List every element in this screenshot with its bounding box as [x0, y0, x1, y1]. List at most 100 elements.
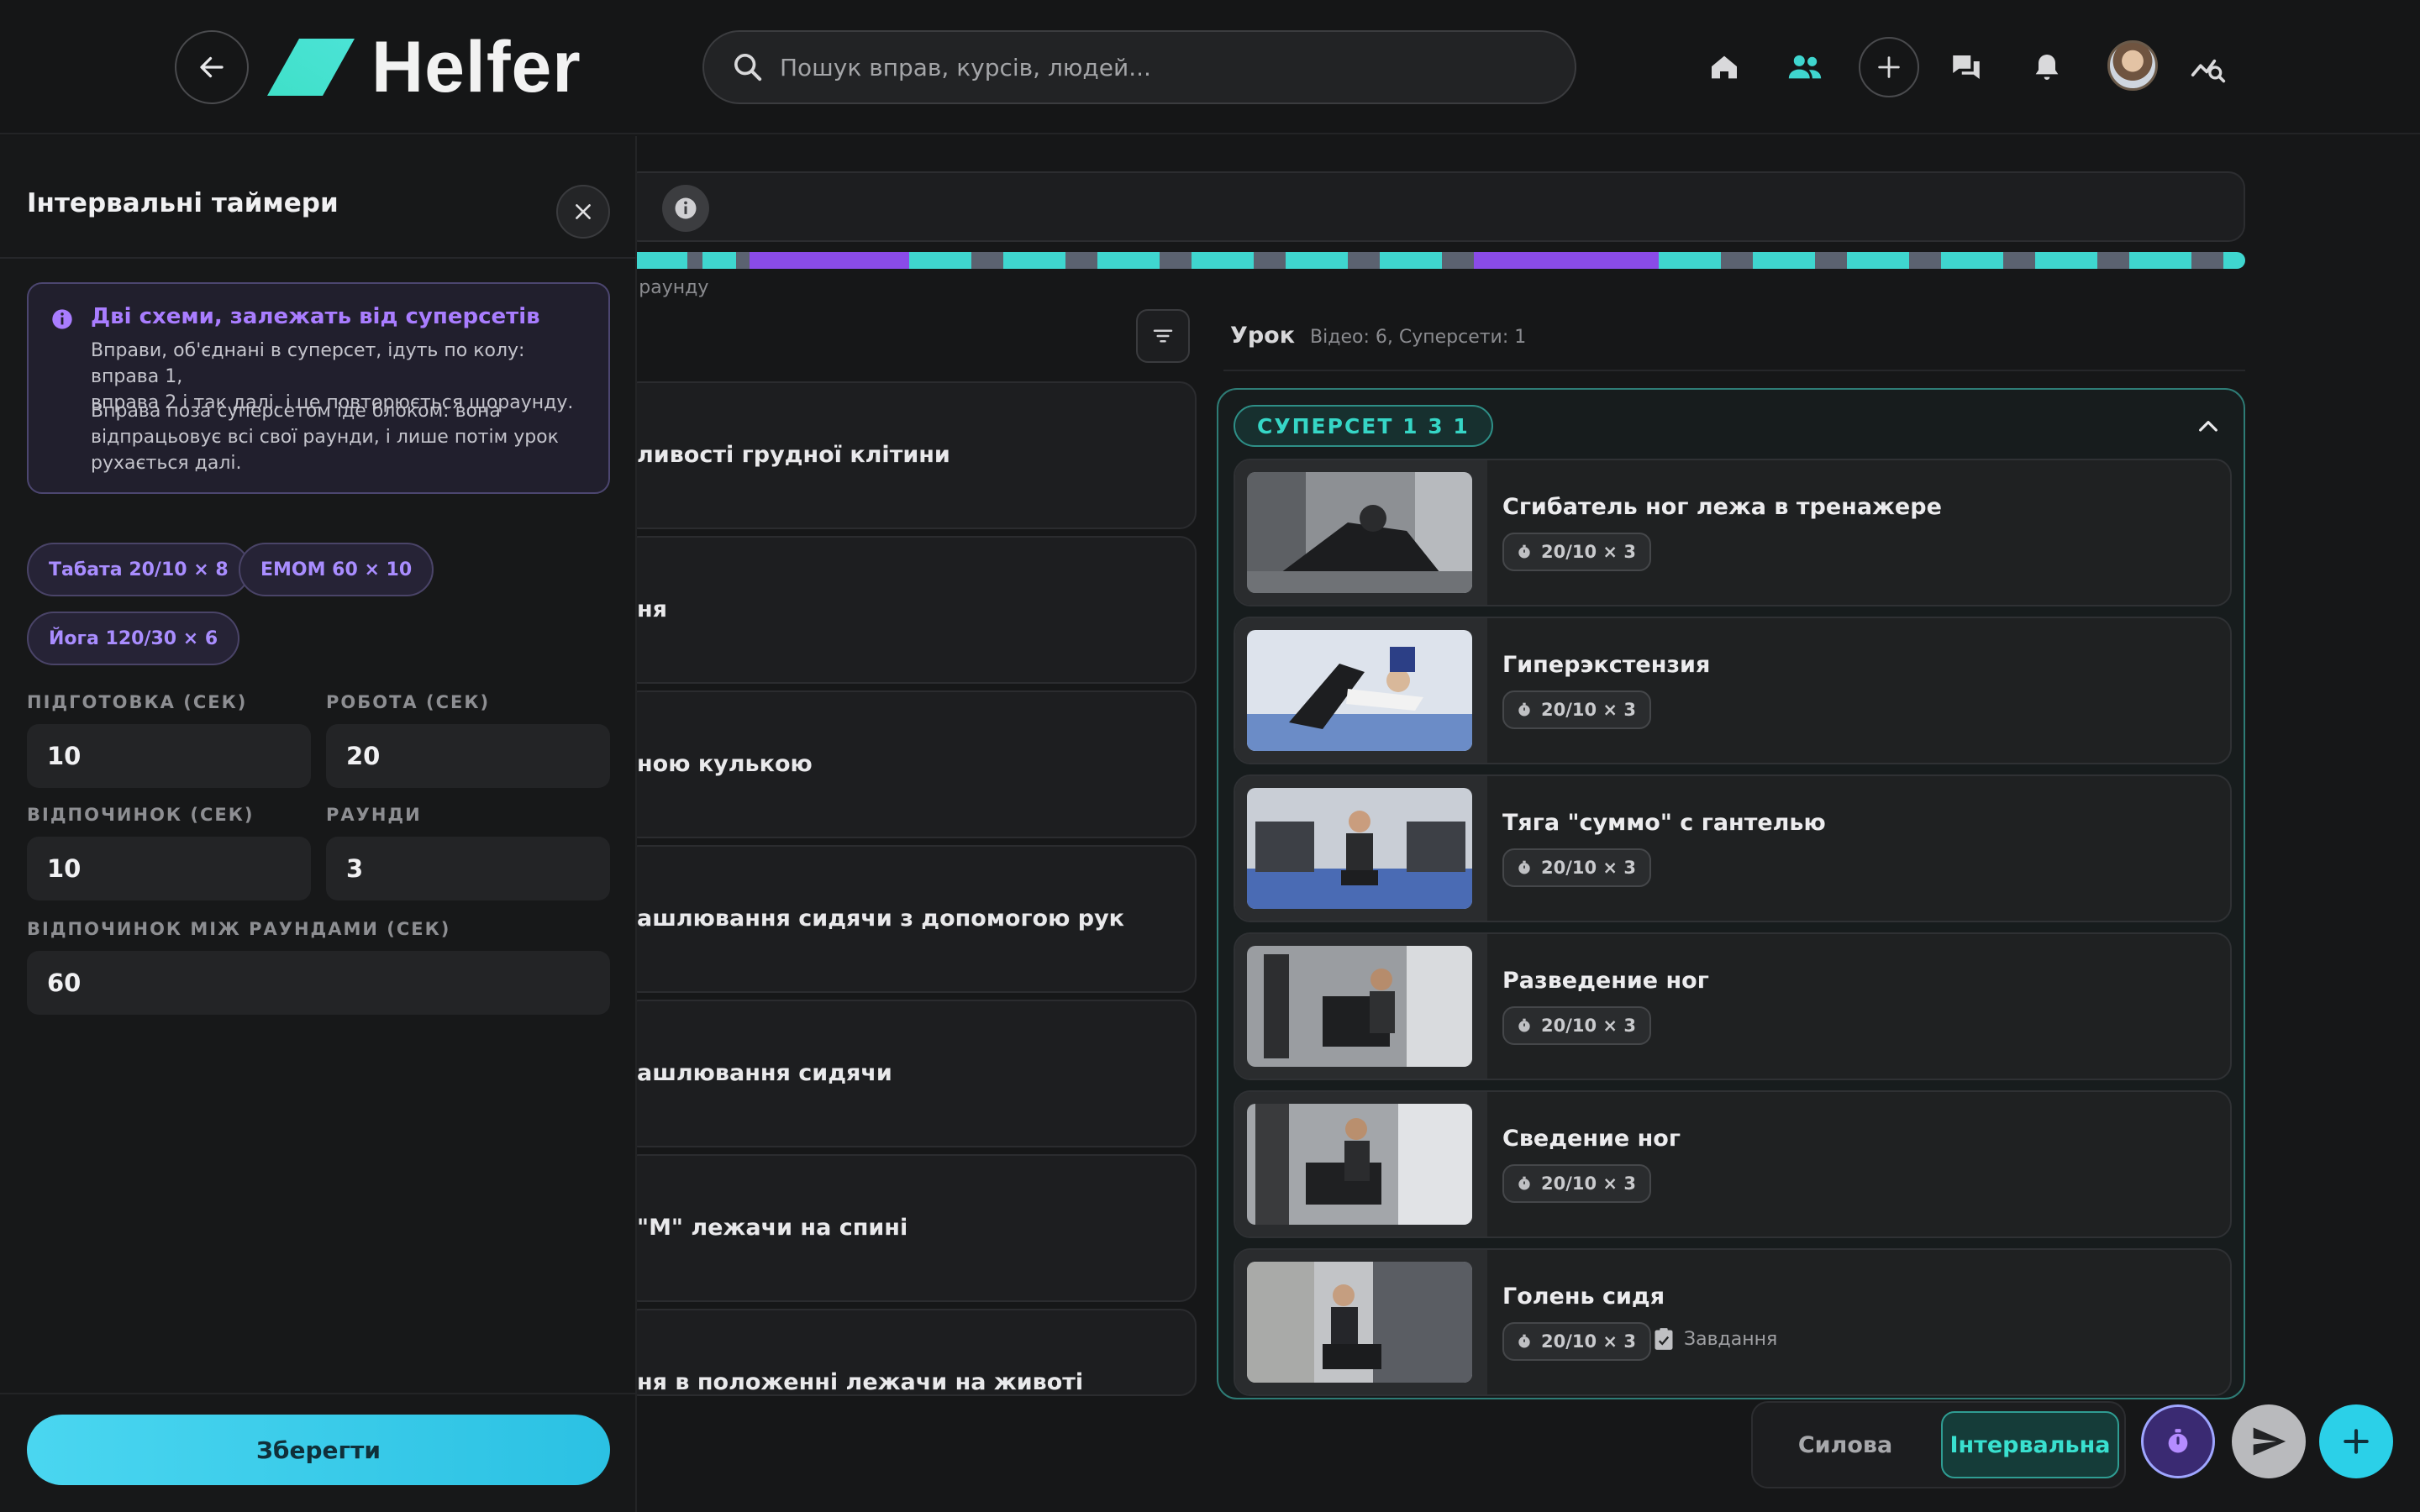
send-button[interactable] [2232, 1404, 2306, 1478]
timeline-segment [687, 252, 702, 269]
round-rest-label: ВІДПОЧИНОК МІЖ РАУНДАМИ (СЕК) [27, 919, 451, 939]
save-button[interactable]: Зберегти [27, 1415, 610, 1485]
notice-title: Дві схеми, залежать від суперсетів [91, 304, 540, 329]
timeline-segment [1474, 252, 1659, 269]
round-rest-input[interactable]: 60 [27, 951, 610, 1015]
info-button[interactable] [662, 185, 709, 232]
exercise-card[interactable]: Сгибатель ног лежа в тренажере 20/10 × 3 [1234, 459, 2232, 606]
stopwatch-icon [1518, 1334, 1530, 1348]
timeline-segment [736, 252, 750, 269]
library-item[interactable]: ливості грудної клітини [622, 381, 1197, 529]
timer-chip[interactable]: 20/10 × 3 [1502, 533, 1651, 571]
notice-line: Вправи, об'єднані в суперсет, ідуть по к… [91, 340, 525, 387]
timer-chip[interactable]: 20/10 × 3 [1502, 1006, 1651, 1045]
exercise-thumbnail [1247, 1104, 1472, 1225]
superset-notice: Дві схеми, залежать від суперсетів Вправ… [27, 282, 610, 494]
timeline-segment [1721, 252, 1753, 269]
library-item-title: ливості грудної клітини [637, 442, 950, 468]
timer-chip[interactable]: 20/10 × 3 [1502, 848, 1651, 887]
timeline-segment [1097, 252, 1160, 269]
bell-icon[interactable] [2010, 30, 2084, 104]
chat-icon[interactable] [1929, 30, 2003, 104]
exercise-title: Разведение ног [1502, 968, 1709, 994]
top-header: Helfer Пошук вправ, курсів, людей... [0, 0, 2420, 134]
prep-input[interactable]: 10 [27, 724, 311, 788]
preset-tabata[interactable]: Табата 20/10 × 8 [27, 543, 250, 596]
timeline-segment [1380, 252, 1442, 269]
send-icon [2253, 1427, 2286, 1456]
task-indicator[interactable]: Завдання [1654, 1327, 1777, 1351]
arrow-left-icon [200, 56, 224, 78]
timeline-segment [1065, 252, 1097, 269]
library-item[interactable]: ня в положенні лежачи на животі [622, 1309, 1197, 1396]
mode-interval-button[interactable]: Інтервальна [1941, 1411, 2119, 1478]
superset-panel: СУПЕРСЕТ 1 3 1 Сгибатель ног лежа в трен… [1217, 388, 2245, 1399]
library-item[interactable]: ною кулькою [622, 690, 1197, 838]
notice-line: Вправа поза суперсетом іде блоком: вона [91, 401, 501, 422]
timeline-segment [1192, 252, 1254, 269]
library-item-title: ашлювання сидячи [637, 1060, 892, 1086]
timeline-segment [1286, 252, 1348, 269]
library-item-title: ашлювання сидячи з допомогою рук [637, 906, 1125, 932]
logo-text: Helfer [371, 27, 581, 108]
timer-button[interactable] [2141, 1404, 2215, 1478]
divider [1223, 370, 2245, 371]
people-icon[interactable] [1768, 30, 1842, 104]
exercise-thumbnail [1247, 788, 1472, 909]
timeline-segment [1254, 252, 1286, 269]
stopwatch-icon [1518, 702, 1530, 717]
timer-chip[interactable]: 20/10 × 3 [1502, 1322, 1651, 1361]
work-input[interactable]: 20 [326, 724, 610, 788]
plus-icon [2344, 1429, 2369, 1454]
exercise-thumbnail [1247, 630, 1472, 751]
search-input[interactable]: Пошук вправ, курсів, людей... [702, 30, 1576, 104]
logo[interactable]: Helfer [267, 27, 581, 108]
exercise-card[interactable]: Разведение ног 20/10 × 3 [1234, 932, 2232, 1080]
timeline-segment [1003, 252, 1065, 269]
library-item[interactable]: "M" лежачи на спині [622, 1154, 1197, 1302]
library-item[interactable]: ня [622, 536, 1197, 684]
exercise-card[interactable]: Тяга "суммо" с гантелью 20/10 × 3 [1234, 774, 2232, 922]
chevron-up-icon[interactable] [2195, 413, 2222, 440]
library-item[interactable]: ашлювання сидячи [622, 1000, 1197, 1147]
add-button[interactable] [2319, 1404, 2393, 1478]
search-icon [734, 54, 762, 81]
superset-badge[interactable]: СУПЕРСЕТ 1 3 1 [1234, 405, 1493, 447]
timeline-segment [971, 252, 1003, 269]
interval-timers-drawer: Інтервальні таймери Дві схеми, залежать … [0, 136, 637, 1512]
work-label: РОБОТА (СЕК) [326, 692, 491, 712]
exercise-card[interactable]: Сведение ног 20/10 × 3 [1234, 1090, 2232, 1238]
home-icon[interactable] [1687, 30, 1761, 104]
stopwatch-icon [1518, 1018, 1530, 1032]
timer-chip[interactable]: 20/10 × 3 [1502, 690, 1651, 729]
timeline-segment [1815, 252, 1847, 269]
close-icon [576, 204, 591, 219]
analytics-icon[interactable] [2171, 30, 2245, 104]
rounds-input[interactable]: 3 [326, 837, 610, 900]
library-item[interactable]: ашлювання сидячи з допомогою рук [622, 845, 1197, 993]
rest-input[interactable]: 10 [27, 837, 311, 900]
filter-icon [1153, 329, 1173, 343]
exercise-card[interactable]: Голень сидя 20/10 × 3 Завдання [1234, 1248, 2232, 1396]
library-item-title: ною кулькою [637, 751, 813, 777]
timeline-segment [1442, 252, 1474, 269]
notice-paragraph-2: Вправа поза суперсетом іде блоком: вона … [91, 398, 595, 476]
interval-timeline [622, 252, 2245, 269]
preset-yoga[interactable]: Йога 120/30 × 6 [27, 612, 240, 665]
timer-chip[interactable]: 20/10 × 3 [1502, 1164, 1651, 1203]
clipboard-check-icon [1655, 1328, 1673, 1350]
library-item-title: ня в положенні лежачи на животі [637, 1369, 1084, 1395]
preset-emom[interactable]: EMOM 60 × 10 [239, 543, 434, 596]
close-button[interactable] [556, 185, 610, 239]
timer-chip-label: 20/10 × 3 [1541, 1331, 1636, 1352]
filter-button[interactable] [1136, 309, 1190, 363]
exercise-card[interactable]: Гиперэкстензия 20/10 × 3 [1234, 617, 2232, 764]
exercise-title: Тяга "суммо" с гантелью [1502, 810, 1826, 836]
lesson-meta: Відео: 6, Суперсети: 1 [1310, 327, 1527, 348]
avatar[interactable] [2107, 40, 2158, 91]
mode-strength-button[interactable]: Силова [1753, 1403, 1938, 1487]
back-button[interactable] [175, 30, 249, 104]
lesson-title: Урок [1230, 323, 1296, 349]
editor-toolbar [622, 171, 2245, 242]
add-icon[interactable] [1859, 37, 1919, 97]
